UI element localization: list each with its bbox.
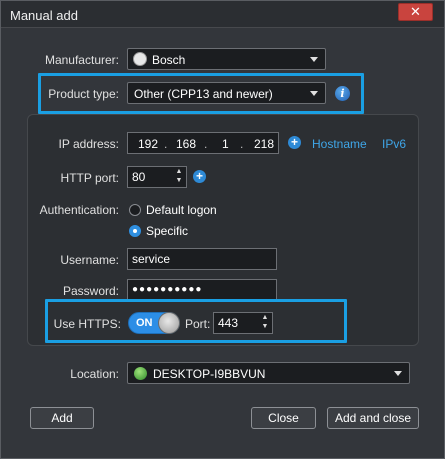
chevron-down-icon [394,371,402,376]
add-and-close-button[interactable]: Add and close [327,407,419,429]
ip-separator: . [204,137,208,151]
spin-down-icon[interactable]: ▼ [174,176,184,185]
toggle-on-label: ON [136,317,153,329]
product-type-dropdown[interactable]: Other (CPP13 and newer) [127,82,326,104]
password-label: Password: [62,284,119,298]
http-port-value: 80 [132,170,146,184]
close-icon: ✕ [410,4,421,19]
use-https-label: Use HTTPS: [53,317,121,331]
chevron-down-icon [310,91,318,96]
close-button[interactable]: Close [251,407,316,429]
manufacturer-value: Bosch [152,53,186,67]
ip-octet-1: 192 [138,137,159,151]
add-port-plus-icon[interactable]: + [193,170,206,183]
default-logon-radio[interactable] [129,204,141,216]
manufacturer-label: Manufacturer: [44,53,119,67]
add-button[interactable]: Add [30,407,94,429]
specific-label: Specific [146,224,189,238]
ip-address-input[interactable]: 192 . 168 . 1 . 218 [127,132,279,154]
password-value: ●●●●●●●●●● [132,284,203,295]
title-bar: Manual add ✕ [1,1,444,28]
product-type-label: Product type: [48,87,119,101]
product-type-value: Other (CPP13 and newer) [134,87,273,101]
ip-octet-2: 168 [176,137,197,151]
spin-up-icon[interactable]: ▲ [174,167,184,176]
location-dropdown[interactable]: DESKTOP-I9BBVUN [127,362,410,384]
default-logon-label: Default logon [146,203,217,217]
toggle-knob [158,312,180,334]
spin-down-icon[interactable]: ▼ [260,322,270,331]
location-value: DESKTOP-I9BBVUN [153,367,266,381]
username-label: Username: [60,253,119,267]
https-port-input[interactable]: 443 ▲ ▼ [213,312,273,334]
port-label: Port: [185,317,211,331]
close-window-button[interactable]: ✕ [398,3,433,21]
add-ip-plus-icon[interactable]: + [288,136,301,149]
http-port-stepper[interactable]: ▲ ▼ [174,167,184,187]
password-input[interactable]: ●●●●●●●●●● [127,279,277,301]
username-value: service [132,252,171,266]
chevron-down-icon [310,57,318,62]
use-https-toggle[interactable]: ON [128,312,180,334]
http-port-label: HTTP port: [60,171,119,185]
ipv6-link[interactable]: IPv6 [382,137,406,151]
ip-separator: . [164,137,168,151]
manufacturer-dropdown[interactable]: Bosch [127,48,326,70]
username-input[interactable]: service [127,248,277,270]
authentication-label: Authentication: [39,203,119,217]
specific-radio[interactable] [129,225,141,237]
https-port-stepper[interactable]: ▲ ▼ [260,313,270,333]
window-title: Manual add [10,8,78,23]
info-icon[interactable]: i [335,86,350,101]
http-port-input[interactable]: 80 ▲ ▼ [127,166,187,188]
ip-address-label: IP address: [58,137,119,151]
spin-up-icon[interactable]: ▲ [260,313,270,322]
ip-octet-4: 218 [254,137,275,151]
https-port-value: 443 [218,316,239,330]
location-label: Location: [70,367,119,381]
hostname-link[interactable]: Hostname [312,137,367,151]
ip-separator: . [240,137,244,151]
manual-add-dialog: Manual add ✕ Manufacturer: Bosch Product… [0,0,445,459]
server-globe-icon [134,367,147,380]
bosch-logo-icon [133,52,147,66]
ip-octet-3: 1 [222,137,229,151]
